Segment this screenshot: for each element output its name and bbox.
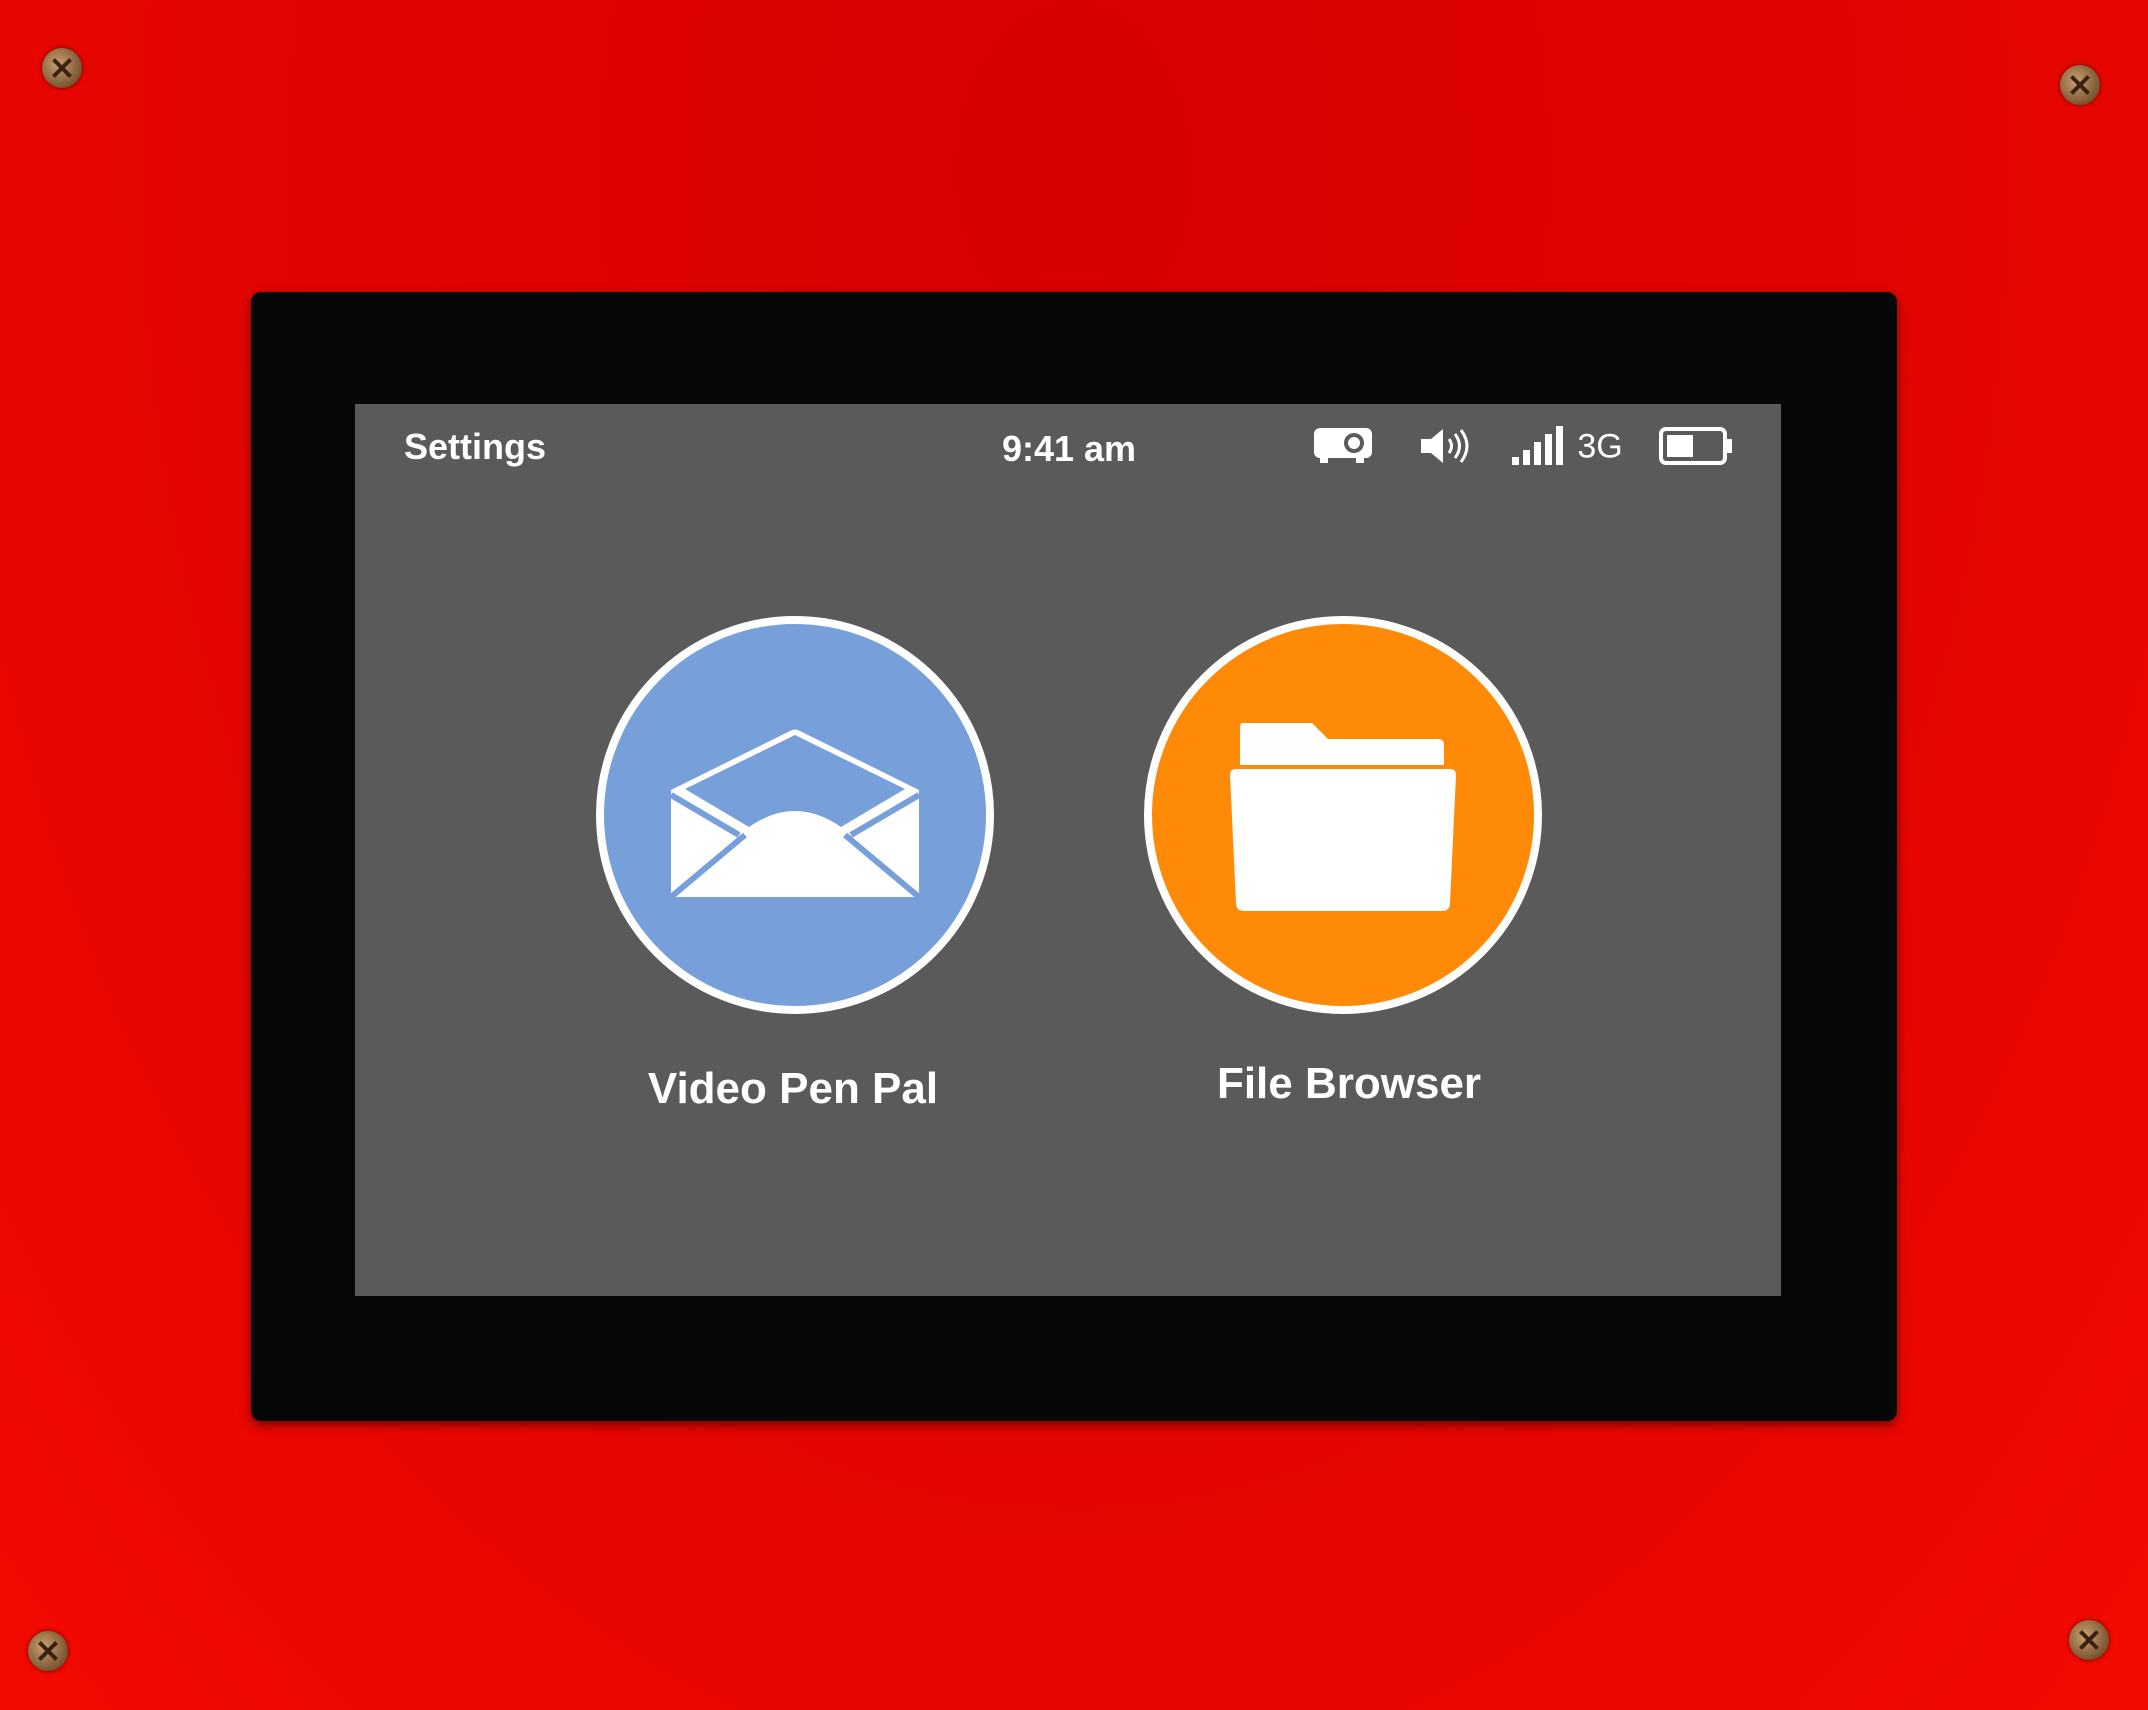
settings-button[interactable]: Settings [404,426,546,468]
network-type: 3G [1577,427,1623,466]
screw [2069,1620,2109,1660]
clock: 9:41 am [1001,428,1137,469]
projector-icon[interactable] [1312,425,1374,467]
touch-screen: Settings 9:41 am 3G Video Pen Pal File B… [355,404,1781,1296]
screw [2060,65,2100,105]
file-browser-app-button[interactable] [1144,616,1542,1014]
video-pen-pal-app-button[interactable] [596,616,994,1014]
folder-icon [1230,723,1456,911]
speaker-volume-icon[interactable] [1419,425,1471,467]
battery-icon [1659,427,1732,465]
screw [28,1631,68,1671]
video-pen-pal-label[interactable]: Video Pen Pal [648,1064,938,1114]
open-envelope-icon [669,729,921,900]
file-browser-label[interactable]: File Browser [1217,1059,1481,1109]
signal-strength-icon [1512,426,1563,465]
screw [42,48,82,88]
